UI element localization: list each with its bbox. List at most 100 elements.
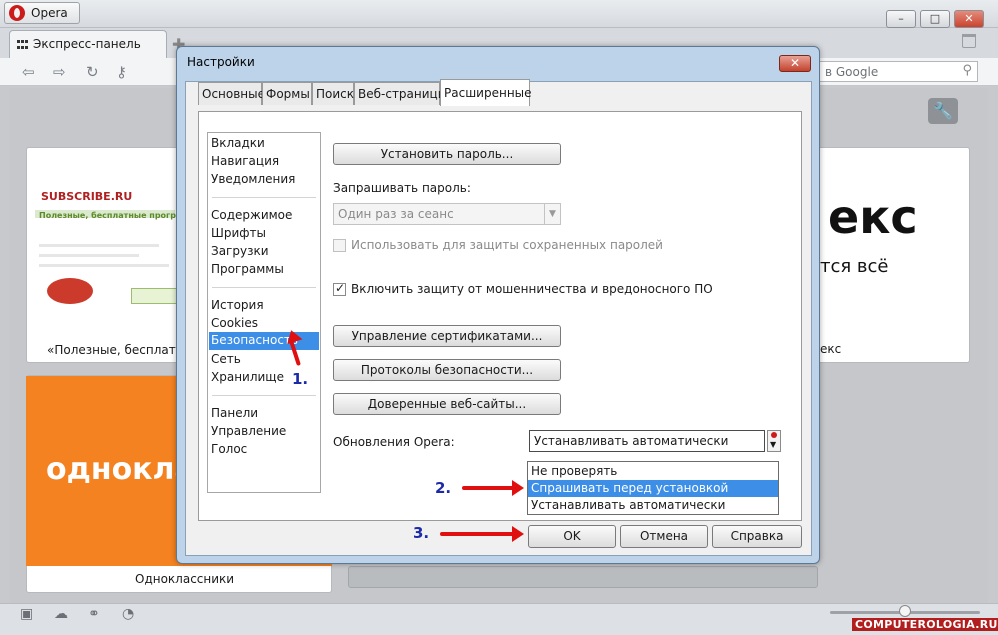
maximize-button[interactable]: □ xyxy=(920,10,950,28)
dialog-close-button[interactable]: ✕ xyxy=(779,55,811,72)
updates-option-ask[interactable]: Спрашивать перед установкой xyxy=(528,480,778,497)
thumb-line xyxy=(39,264,169,267)
fraud-protection-checkbox[interactable]: ✓ xyxy=(333,281,346,296)
browser-titlebar xyxy=(0,0,998,28)
tab-advanced[interactable]: Расширенные xyxy=(440,79,532,106)
advanced-panel: Вкладки Навигация Уведомления Содержимое… xyxy=(198,111,802,521)
tab-search[interactable]: Поиск xyxy=(312,82,354,105)
category-voice[interactable]: Голос xyxy=(211,442,247,456)
updates-label: Обновления Opera: xyxy=(333,435,455,449)
thumb-caption: Одноклассники xyxy=(135,572,235,586)
close-icon: ✕ xyxy=(964,12,974,25)
category-downloads[interactable]: Загрузки xyxy=(211,244,269,258)
help-button[interactable]: Справка xyxy=(712,525,802,548)
set-password-button[interactable]: Установить пароль... xyxy=(333,143,561,165)
category-list: Вкладки Навигация Уведомления Содержимое… xyxy=(207,132,321,493)
odnoklassniki-logo-text: однокла xyxy=(46,452,195,487)
annotation-arrowhead-3 xyxy=(512,526,524,542)
back-arrow-icon[interactable]: ⇦ xyxy=(22,63,35,81)
trash-icon[interactable] xyxy=(962,34,976,48)
category-history[interactable]: История xyxy=(211,298,264,312)
ask-password-value: Один раз за сеанс xyxy=(338,207,454,221)
tab-forms[interactable]: Формы xyxy=(262,82,312,105)
cloud-icon[interactable]: ☁ xyxy=(54,606,68,622)
category-security[interactable]: Безопасность xyxy=(209,332,319,350)
ok-button[interactable]: OK xyxy=(528,525,616,548)
updates-dropdown-button[interactable]: ▼ xyxy=(767,430,781,452)
close-icon: ✕ xyxy=(789,56,801,70)
ask-password-select[interactable]: Один раз за сеанс ▼ xyxy=(333,203,561,225)
close-window-button[interactable]: ✕ xyxy=(954,10,984,28)
opera-logo-icon xyxy=(9,5,25,21)
category-programs[interactable]: Программы xyxy=(211,262,284,276)
updates-select[interactable]: Устанавливать автоматически xyxy=(529,430,765,452)
fraud-protection-label: Включить защиту от мошенничества и вредо… xyxy=(351,282,713,296)
security-protocols-button[interactable]: Протоколы безопасности... xyxy=(333,359,561,381)
minimize-button[interactable]: – xyxy=(886,10,916,28)
opera-dot-icon xyxy=(771,432,777,438)
check-icon: ✓ xyxy=(335,281,346,295)
updates-option-never[interactable]: Не проверять xyxy=(528,463,778,480)
tab-label: Веб-страницы xyxy=(358,87,448,101)
thumb-line xyxy=(39,254,139,257)
cancel-button[interactable]: Отмена xyxy=(620,525,708,548)
updates-value: Устанавливать автоматически xyxy=(534,434,729,448)
empty-speed-dial-slot[interactable] xyxy=(348,566,818,588)
category-content[interactable]: Содержимое xyxy=(211,208,292,222)
watermark: COMPUTEROLOGIA.RU xyxy=(852,618,998,631)
manage-certificates-button[interactable]: Управление сертификатами... xyxy=(333,325,561,347)
unite-icon[interactable]: ⚭ xyxy=(88,606,100,622)
category-navigation[interactable]: Навигация xyxy=(211,154,279,168)
category-toolbars[interactable]: Панели xyxy=(211,406,258,420)
category-fonts[interactable]: Шрифты xyxy=(211,226,266,240)
speed-dial-tile-yandex[interactable] xyxy=(812,147,970,363)
forward-arrow-icon[interactable]: ⇨ xyxy=(53,63,66,81)
minimize-icon: – xyxy=(898,12,904,25)
tab-label: Расширенные xyxy=(444,86,532,100)
dialog-title: Настройки xyxy=(187,55,255,69)
updates-dropdown-list: Не проверять Спрашивать перед установкой… xyxy=(527,461,779,515)
tab-label: Формы xyxy=(266,87,310,101)
reload-icon[interactable]: ↻ xyxy=(86,63,99,81)
category-network[interactable]: Сеть xyxy=(211,352,241,366)
opera-menu-button[interactable]: Opera xyxy=(4,2,80,24)
subscribe-logo: SUBSCRIBE.RU xyxy=(41,190,133,203)
tab-basic[interactable]: Основные xyxy=(198,82,265,105)
opera-menu-label: Opera xyxy=(31,6,68,20)
speed-dial-grid-icon xyxy=(17,40,28,49)
search-input[interactable]: в Google ⚲ xyxy=(818,61,978,82)
annotation-step-3: 3. xyxy=(413,524,430,542)
category-cookies[interactable]: Cookies xyxy=(211,316,258,330)
saved-passwords-label: Использовать для защиты сохраненных паро… xyxy=(351,238,663,252)
tab-label: Экспресс-панель xyxy=(33,37,141,51)
category-shortcuts[interactable]: Управление xyxy=(211,424,286,438)
yandex-logo-text: екс xyxy=(828,190,918,244)
thumb-headline: Полезные, бесплатные программ xyxy=(39,211,195,220)
yandex-tagline: тся всё xyxy=(820,256,889,277)
zoom-slider-handle[interactable] xyxy=(899,605,911,617)
thumb-green-box xyxy=(131,288,181,304)
status-bar xyxy=(0,603,998,635)
category-tabs[interactable]: Вкладки xyxy=(211,136,265,150)
wrench-icon[interactable]: 🔧 xyxy=(928,98,958,124)
updates-option-auto[interactable]: Устанавливать автоматически xyxy=(528,497,778,514)
saved-passwords-checkbox[interactable] xyxy=(333,239,346,252)
tab-speed-dial[interactable]: Экспресс-панель xyxy=(9,30,167,58)
category-separator xyxy=(212,287,316,288)
search-placeholder: в Google xyxy=(825,65,879,79)
category-storage[interactable]: Хранилище xyxy=(211,370,284,384)
key-icon[interactable]: ⚷ xyxy=(116,63,127,81)
tab-web-pages[interactable]: Веб-страницы xyxy=(354,82,447,105)
annotation-step-1: 1. xyxy=(292,370,309,388)
search-icon[interactable]: ⚲ xyxy=(962,63,972,78)
turbo-icon[interactable]: ◔ xyxy=(122,606,134,622)
trusted-sites-button[interactable]: Доверенные веб-сайты... xyxy=(333,393,561,415)
thumb-bird-image xyxy=(47,278,93,304)
category-notifications[interactable]: Уведомления xyxy=(211,172,295,186)
chevron-down-icon: ▼ xyxy=(770,440,777,449)
panel-toggle-icon[interactable]: ▣ xyxy=(20,606,33,622)
annotation-step-2: 2. xyxy=(435,479,452,497)
thumb-line xyxy=(39,244,159,247)
thumb-caption: «Полезные, бесплатны xyxy=(47,343,194,357)
chevron-down-icon: ▼ xyxy=(544,204,560,224)
